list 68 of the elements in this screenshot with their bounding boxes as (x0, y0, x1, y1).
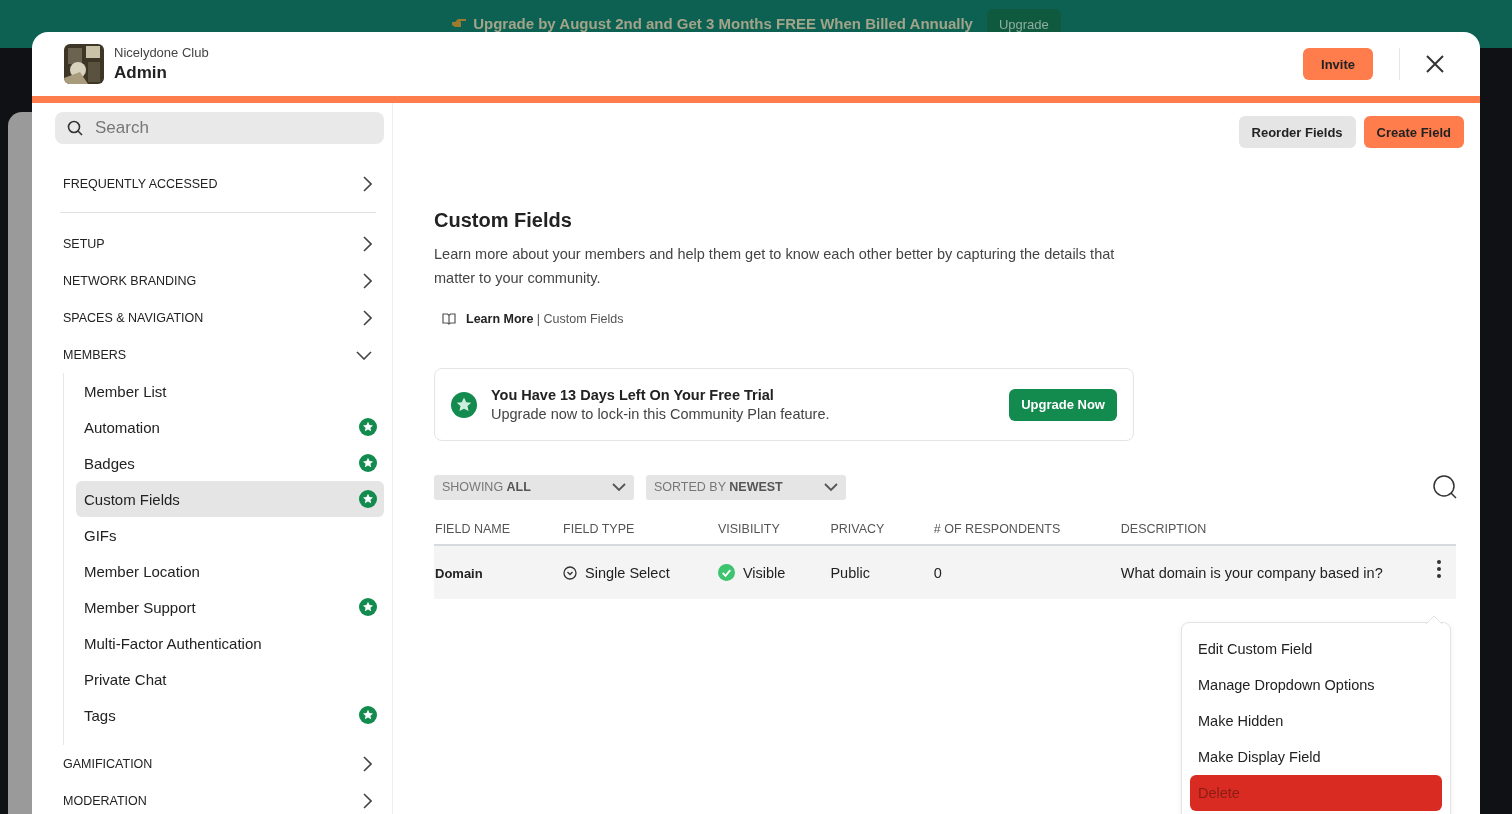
column-header: FIELD TYPE (563, 522, 635, 536)
table-cell: Public (830, 564, 870, 581)
filter-dropdown[interactable]: SORTED BY NEWEST (646, 474, 846, 500)
table-cell: Domain (435, 565, 483, 581)
star-badge-icon (359, 706, 377, 724)
chevron-down-icon (356, 349, 372, 360)
chevron-down-icon (824, 482, 838, 492)
star-badge-icon (359, 490, 377, 508)
table-cell: What domain is your company based in? (1120, 564, 1383, 581)
sidebar-section[interactable]: GAMIFICATION (55, 745, 384, 782)
sidebar-section[interactable]: MODERATION (55, 782, 384, 814)
menu-item[interactable]: Edit Custom Field (1190, 631, 1442, 667)
chevron-right-icon (362, 792, 372, 809)
chevron-right-icon (362, 755, 372, 772)
pointing-hand-icon (451, 18, 468, 29)
sidebar-item[interactable]: Custom Fields (76, 481, 384, 517)
sidebar-item[interactable]: Multi-Factor Authentication (76, 625, 384, 661)
sidebar-item[interactable]: Member List (76, 373, 384, 409)
dropdown-icon (563, 565, 578, 580)
table-cell: 0 (933, 564, 942, 581)
reorder-fields-button[interactable]: Reorder Fields (1238, 116, 1356, 148)
sidebar-section[interactable]: SPACES & NAVIGATION (55, 299, 384, 336)
search-field[interactable]: Search (55, 112, 384, 144)
search-icon (67, 120, 83, 136)
search-input[interactable]: Search (93, 117, 337, 139)
star-badge-icon (359, 454, 377, 472)
page-description: Learn more about your members and help them get to know each other better by capturing the details that matter to your community. (434, 245, 1116, 288)
page-title: Custom Fields (434, 209, 573, 232)
table-cell: Single Select (585, 564, 670, 581)
search-button[interactable] (1432, 474, 1458, 500)
chevron-right-icon (362, 309, 372, 326)
invite-button[interactable]: Invite (1303, 48, 1373, 80)
column-header: FIELD NAME (435, 522, 510, 536)
trial-title: You Have 13 Days Left On Your Free Trial (491, 387, 775, 403)
column-header: VISIBILITY (717, 522, 780, 536)
filter-dropdown[interactable]: SHOWING ALL (434, 474, 634, 500)
sidebar-section[interactable]: MEMBERS (55, 336, 384, 373)
create-field-button[interactable]: Create Field (1363, 116, 1464, 148)
column-header: # OF RESPONDENTS (933, 522, 1061, 536)
star-badge-icon (359, 418, 377, 436)
upgrade-now-button[interactable]: Upgrade Now (1009, 388, 1117, 421)
chevron-right-icon (362, 235, 372, 252)
trial-subtitle: Upgrade now to lock-in this Community Plan feature. (491, 406, 831, 422)
banner-message: Upgrade by August 2nd and Get 3 Months FREE When Billed Annually (473, 15, 973, 32)
learn-more-link[interactable]: Learn More | Custom Fields (466, 312, 624, 326)
book-icon (442, 313, 456, 325)
sidebar-item[interactable]: Tags (76, 697, 384, 733)
dialog-title: Admin (114, 63, 168, 83)
column-header: DESCRIPTION (1120, 522, 1207, 536)
menu-item[interactable]: Make Hidden (1190, 703, 1442, 739)
sidebar-item[interactable]: Automation (76, 409, 384, 445)
sidebar-item[interactable]: Member Location (76, 553, 384, 589)
sidebar-section[interactable]: NETWORK BRANDING (55, 262, 384, 299)
community-name: Nicelydone Club (114, 45, 209, 60)
chevron-right-icon (362, 272, 372, 289)
table-cell: Visible (742, 564, 786, 581)
sidebar-item[interactable]: Private Chat (76, 661, 384, 697)
chevron-down-icon (612, 482, 626, 492)
sidebar-section[interactable]: SETUP (55, 225, 384, 262)
star-badge-icon (359, 598, 377, 616)
chevron-right-icon (362, 176, 372, 192)
menu-item[interactable]: Make Display Field (1190, 739, 1442, 775)
sidebar-section[interactable]: FREQUENTLY ACCESSED (55, 144, 384, 212)
column-header: PRIVACY (830, 522, 885, 536)
sidebar-item[interactable]: Badges (76, 445, 384, 481)
menu-item[interactable]: Manage Dropdown Options (1190, 667, 1442, 703)
sidebar-item[interactable]: Member Support (76, 589, 384, 625)
sidebar-item[interactable]: GIFs (76, 517, 384, 553)
